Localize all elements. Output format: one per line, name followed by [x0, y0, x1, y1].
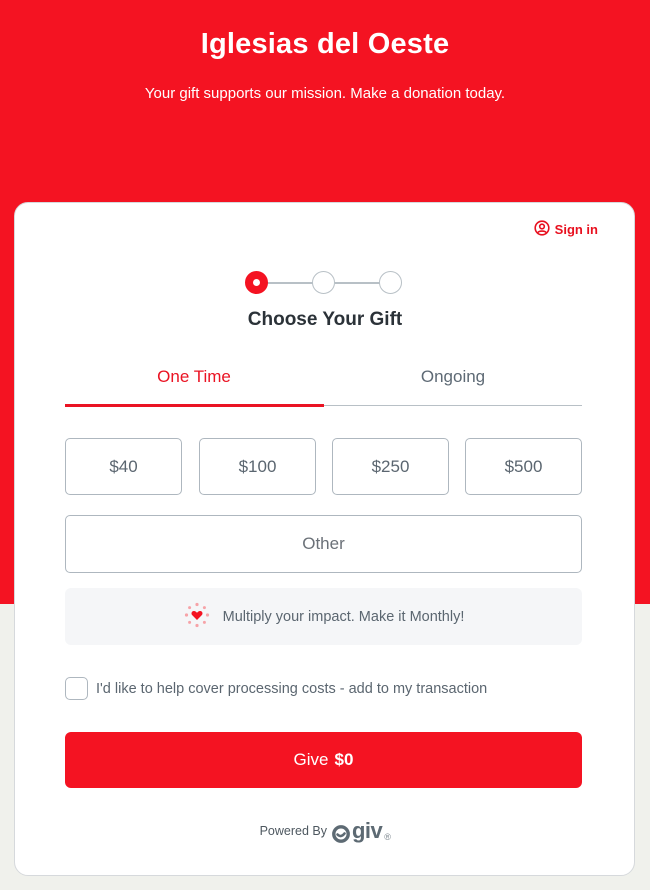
- powered-by-label: Powered By: [259, 824, 327, 838]
- qgiv-logo[interactable]: giv ®: [331, 818, 391, 844]
- organization-subtitle: Your gift supports our mission. Make a d…: [144, 85, 506, 102]
- registered-mark: ®: [384, 832, 391, 842]
- sign-in-label: Sign in: [554, 222, 598, 237]
- amount-button-100[interactable]: $100: [199, 438, 316, 495]
- cover-fees-option[interactable]: I'd like to help cover processing costs …: [65, 677, 487, 700]
- tab-one-time[interactable]: One Time: [65, 360, 323, 407]
- powered-by-footer: Powered By giv ®: [0, 818, 650, 844]
- heart-sparkle-icon: [183, 601, 211, 633]
- cover-fees-label: I'd like to help cover processing costs …: [96, 680, 488, 697]
- step-1-indicator: [245, 271, 268, 294]
- cover-fees-checkbox[interactable]: [65, 677, 88, 700]
- give-button-amount: $0: [334, 750, 354, 769]
- give-button-prefix: Give: [293, 750, 329, 769]
- qgiv-q-icon: [332, 825, 350, 843]
- step-2-indicator: [312, 271, 335, 294]
- organization-title: Iglesias del Oeste: [200, 28, 450, 60]
- step-3-indicator: [379, 271, 402, 294]
- amount-button-500[interactable]: $500: [465, 438, 582, 495]
- sign-in-link[interactable]: Sign in: [534, 220, 598, 239]
- frequency-tabs: One Time Ongoing: [65, 360, 582, 407]
- give-button[interactable]: Give $0: [65, 732, 582, 788]
- step-connector: [335, 282, 381, 284]
- progress-stepper: [245, 271, 403, 295]
- qgiv-brand-text: giv: [351, 818, 383, 843]
- tab-ongoing[interactable]: Ongoing: [324, 360, 582, 407]
- other-amount-input[interactable]: Other: [65, 515, 582, 573]
- active-tab-indicator: [65, 404, 324, 407]
- user-circle-icon: [534, 220, 550, 239]
- promo-text: Multiply your impact. Make it Monthly!: [222, 608, 465, 625]
- amount-button-250[interactable]: $250: [332, 438, 449, 495]
- step-title: Choose Your Gift: [247, 309, 403, 330]
- monthly-promo-banner[interactable]: Multiply your impact. Make it Monthly!: [65, 588, 582, 645]
- amount-button-40[interactable]: $40: [65, 438, 182, 495]
- step-connector: [267, 282, 313, 284]
